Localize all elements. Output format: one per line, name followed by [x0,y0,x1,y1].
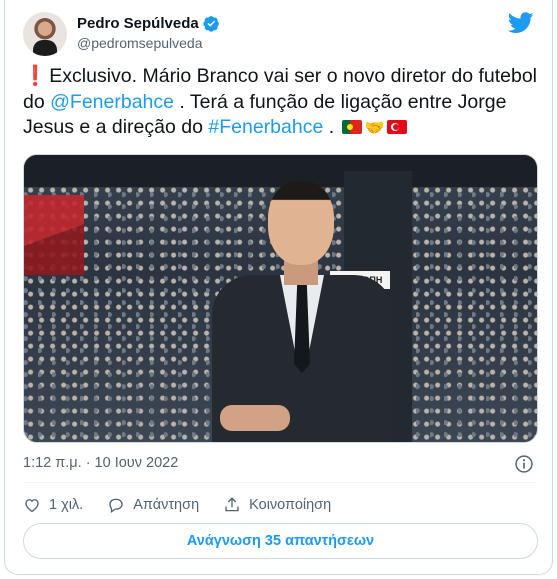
tweet-text-part3: . [323,116,340,138]
exclamation-icon: ❗ [23,65,48,87]
head [268,181,334,265]
reply-label: Απάντηση [133,497,200,513]
handshake-icon: 🤝 [364,120,385,137]
red-flag-in-stands [24,195,84,275]
reply-button[interactable]: Απάντηση [107,496,199,514]
author-info: Pedro Sepúlveda @pedromsepulveda [77,13,220,51]
tweet-photo[interactable]: ΧΟΥΡΟΠΗ [23,154,538,443]
author-handle[interactable]: @pedromsepulveda [77,35,220,51]
read-replies-button[interactable]: Ανάγνωση 35 απαντήσεων [23,523,538,559]
hands-with-phone [220,405,290,431]
hashtag-link[interactable]: #Fenerbahce [208,116,323,138]
divider [23,482,536,483]
tweet-timestamp[interactable]: 1:12 π.μ. · 10 Ιουν 2022 [23,455,178,471]
reply-bubble-icon [109,498,123,514]
verified-badge-icon [203,15,219,32]
share-button[interactable]: Κοινοποίηση [223,496,331,514]
turkey-flag-icon [387,120,408,134]
like-count: 1 χιλ. [49,497,84,513]
tweet-actions: 1 χιλ. Απάντηση Κοινοποίηση [23,494,355,516]
tweet-text: ❗ Exclusivo. Mário Branco vai ser o novo … [23,64,538,142]
twitter-bird-icon[interactable] [508,12,534,34]
man-in-suit [202,173,402,442]
author-display-name[interactable]: Pedro Sepúlveda [77,15,199,32]
info-icon[interactable] [514,454,534,474]
portugal-flag-icon [341,120,362,134]
mention-link[interactable]: @Fenerbahce [50,91,174,113]
heart-icon [25,499,39,513]
like-button[interactable]: 1 χιλ. [23,496,83,514]
avatar[interactable] [23,12,67,56]
tweet-card: Pedro Sepúlveda @pedromsepulveda ❗ Exclus… [4,0,553,575]
share-label: Κοινοποίηση [249,497,332,513]
share-icon [225,497,239,512]
tweet-header: Pedro Sepúlveda @pedromsepulveda [23,12,536,56]
